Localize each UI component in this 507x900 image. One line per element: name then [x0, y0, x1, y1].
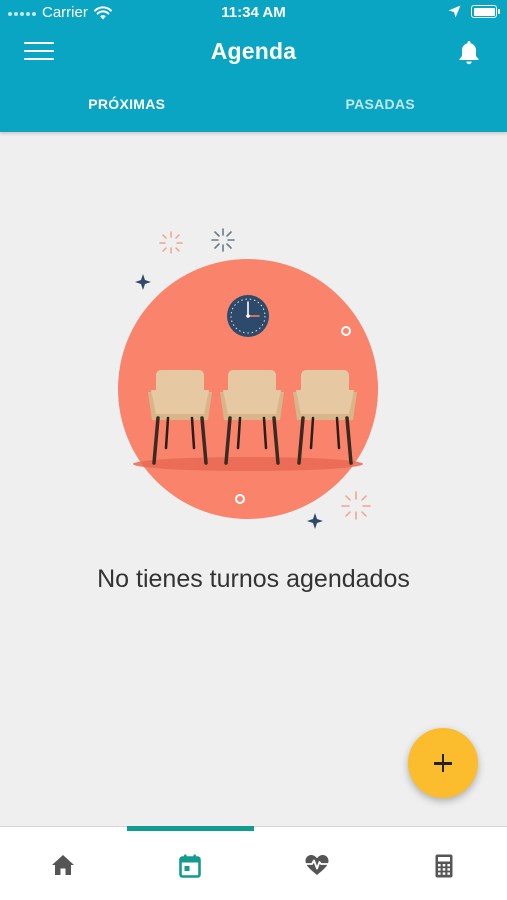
bottom-nav: [0, 826, 507, 900]
nav-item-health[interactable]: [254, 827, 381, 900]
status-right: [448, 5, 500, 18]
floor-shadow: [133, 457, 363, 471]
tab-bar: PRÓXIMAS PASADAS: [0, 76, 507, 132]
battery-level: [473, 7, 495, 16]
app-bar: Agenda: [0, 28, 507, 76]
nav-item-calculator[interactable]: [380, 827, 507, 900]
tab-pasadas[interactable]: PASADAS: [254, 76, 507, 132]
add-appointment-button[interactable]: [408, 728, 478, 798]
star-icon: [135, 274, 151, 290]
empty-state-message: No tienes turnos agendados: [97, 565, 410, 593]
active-tab-indicator: [126, 826, 254, 831]
status-time: 11:34 AM: [221, 4, 286, 21]
nav-item-home[interactable]: [0, 827, 127, 900]
tab-proximas[interactable]: PRÓXIMAS: [0, 76, 254, 132]
status-bar: Carrier 11:34 AM: [0, 0, 507, 28]
clock-icon: [227, 295, 269, 337]
page-title: Agenda: [210, 38, 297, 64]
waiting-room-chairs-illustration: [118, 228, 378, 529]
star-icon: [307, 513, 323, 529]
heartbeat-icon: [304, 855, 329, 875]
sparkle-icon: [159, 231, 183, 254]
battery-icon: [471, 5, 500, 18]
bell-icon[interactable]: [457, 40, 481, 66]
sparkle-icon: [341, 491, 371, 520]
calculator-icon: [435, 854, 453, 878]
calendar-icon: [179, 854, 201, 878]
location-arrow-icon: [448, 5, 461, 18]
home-icon: [52, 855, 75, 875]
sparkle-icon: [211, 228, 235, 252]
nav-item-calendar[interactable]: [126, 826, 254, 900]
